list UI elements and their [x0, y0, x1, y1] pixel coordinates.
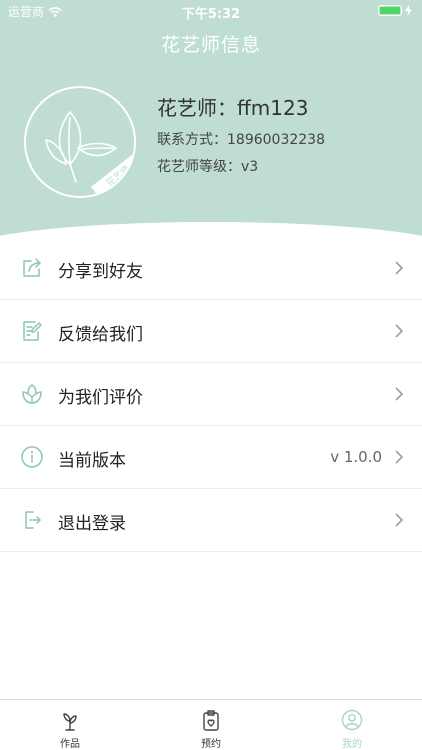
- status-time: 下午5:32: [181, 7, 241, 22]
- profile-icon: [341, 709, 363, 731]
- page-title: 花艺师信息: [160, 34, 261, 56]
- avatar[interactable]: 花艺师: [24, 86, 136, 198]
- contact-info: 联系方式：18960032238: [157, 132, 325, 148]
- tab-profile[interactable]: 我的: [282, 700, 422, 750]
- status-bar: 运营商 下午5:32: [0, 0, 422, 22]
- profile-header: 运营商 下午5:32 花艺师信息 花艺师 花艺师：ffm123 联系方式：189…: [0, 0, 422, 240]
- info-icon: [21, 446, 43, 468]
- menu-label: 分享到好友: [58, 262, 143, 282]
- menu-label: 退出登录: [58, 514, 126, 534]
- share-icon: [23, 258, 41, 277]
- appointment-icon: [203, 710, 219, 731]
- menu-item-feedback[interactable]: 反馈给我们: [0, 300, 422, 363]
- tab-works[interactable]: 作品: [0, 700, 140, 750]
- chevron-right-icon: [395, 450, 404, 464]
- menu-item-logout[interactable]: 退出登录: [0, 489, 422, 552]
- version-value: v 1.0.0: [330, 448, 382, 466]
- leaf-logo-icon: 花艺师: [45, 110, 134, 196]
- tab-label: 预约: [201, 739, 221, 750]
- chevron-right-icon: [395, 387, 404, 401]
- menu-label: 反馈给我们: [58, 325, 143, 345]
- chevron-right-icon: [395, 513, 404, 527]
- settings-menu: 分享到好友 反馈给我们 为我们评价 当前版本 v 1.0.0 退出登录: [0, 237, 422, 552]
- menu-item-rate[interactable]: 为我们评价: [0, 363, 422, 426]
- tab-label: 作品: [60, 739, 80, 750]
- battery-indicator: [378, 5, 412, 16]
- battery-icon: [378, 5, 402, 16]
- florist-level: 花艺师等级：v3: [157, 159, 259, 175]
- tab-appointment[interactable]: 预约: [141, 700, 281, 750]
- tab-bar: 作品 预约 我的: [0, 699, 422, 750]
- charging-icon: [405, 5, 412, 16]
- menu-label: 为我们评价: [58, 388, 143, 408]
- works-icon: [63, 713, 77, 731]
- logout-icon: [25, 511, 41, 529]
- feedback-icon: [23, 321, 42, 341]
- tab-label: 我的: [342, 739, 362, 750]
- menu-item-share[interactable]: 分享到好友: [0, 237, 422, 300]
- menu-item-version[interactable]: 当前版本 v 1.0.0: [0, 426, 422, 489]
- flower-rating-icon: [22, 384, 42, 404]
- menu-label: 当前版本: [58, 451, 126, 471]
- chevron-right-icon: [395, 324, 404, 338]
- florist-name: 花艺师：ffm123: [157, 96, 309, 120]
- chevron-right-icon: [395, 261, 404, 275]
